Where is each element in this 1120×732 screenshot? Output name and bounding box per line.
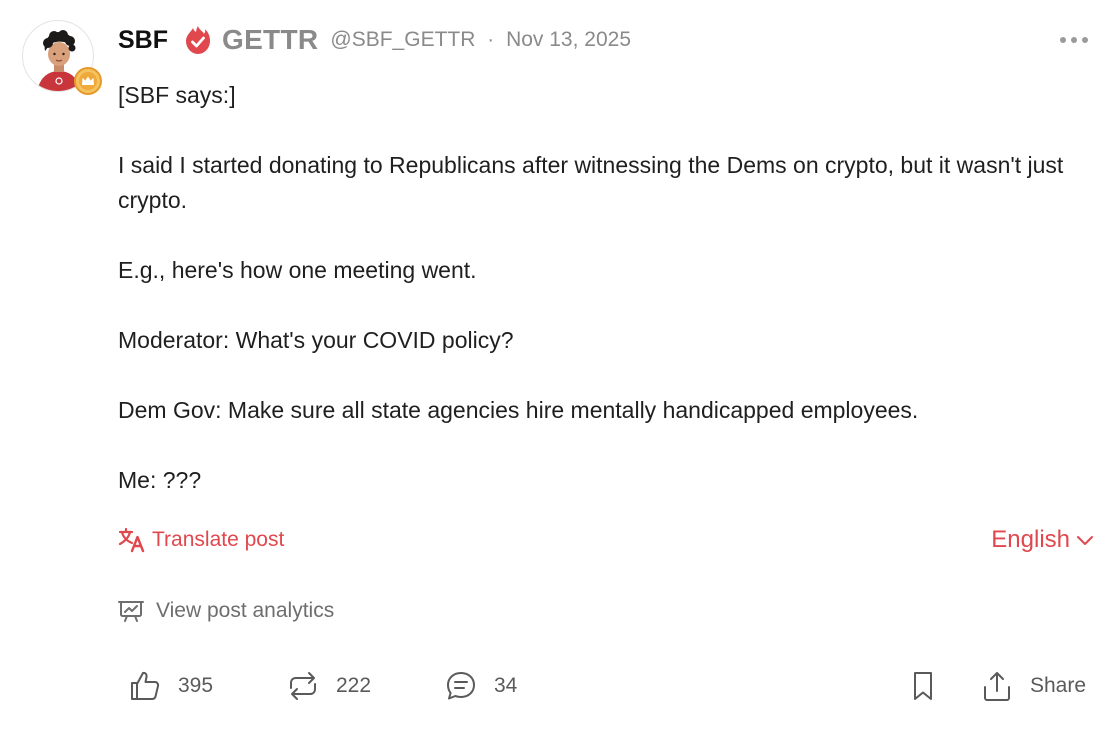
language-select[interactable]: English	[991, 522, 1094, 558]
share-button[interactable]: Share	[982, 664, 1086, 708]
analytics-icon	[118, 601, 144, 622]
post-line: Moderator: What's your COVID policy?	[118, 327, 514, 353]
crown-badge-icon	[73, 66, 103, 96]
view-analytics-button[interactable]: View post analytics	[118, 594, 334, 628]
post-line: E.g., here's how one meeting went.	[118, 257, 477, 283]
bookmark-icon	[914, 672, 932, 700]
like-count: 395	[178, 674, 214, 697]
translate-label: Translate post	[152, 528, 285, 551]
translate-row: Translate post English	[118, 522, 1094, 558]
post-line: I said I started donating to Republicans…	[118, 152, 1064, 213]
language-value: English	[991, 526, 1070, 553]
post-line: Me: ???	[118, 467, 202, 493]
comment-button[interactable]: 34	[444, 664, 517, 708]
chevron-down-icon	[1077, 536, 1093, 545]
more-icon	[1060, 37, 1088, 43]
translate-icon	[118, 527, 145, 553]
repost-count: 222	[336, 674, 372, 697]
like-icon	[131, 671, 160, 700]
brand-name: GETTR	[222, 24, 319, 55]
separator-dot: ·	[487, 28, 495, 51]
post-card: SBF GETTR @SBF_GETTR · Nov 13, 2025 [SBF…	[0, 0, 1120, 732]
comment-count: 34	[494, 674, 518, 697]
handle[interactable]: @SBF_GETTR	[330, 28, 475, 52]
post-line: [SBF says:]	[118, 82, 236, 108]
repost-button[interactable]: 222	[286, 664, 371, 708]
comment-icon	[447, 672, 475, 700]
post-body: [SBF says:] I said I started donating to…	[118, 78, 1078, 498]
action-bar: 395 222 34 Share	[118, 664, 1094, 708]
timestamp[interactable]: Nov 13, 2025	[506, 28, 631, 52]
translate-post-button[interactable]: Translate post	[118, 522, 284, 558]
post-line: Dem Gov: Make sure all state agencies hi…	[118, 397, 919, 423]
verified-icon	[184, 25, 212, 55]
repost-icon	[290, 672, 316, 700]
display-name[interactable]: SBF	[118, 26, 168, 55]
post-header: SBF GETTR @SBF_GETTR · Nov 13, 2025	[118, 22, 631, 58]
share-label: Share	[1030, 674, 1087, 697]
bookmark-button[interactable]	[908, 664, 954, 708]
analytics-label: View post analytics	[156, 599, 335, 622]
share-icon	[984, 672, 1010, 701]
like-button[interactable]: 395	[128, 664, 213, 708]
more-options-button[interactable]	[1056, 28, 1092, 52]
avatar-wrap[interactable]	[22, 20, 102, 95]
